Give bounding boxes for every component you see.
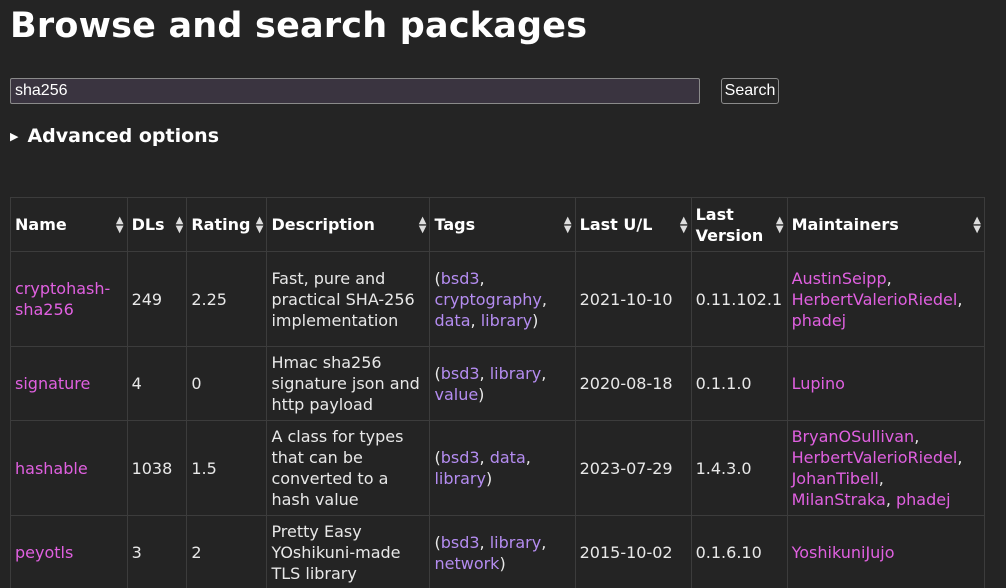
- column-header-description[interactable]: Description ▲ ▼: [266, 197, 431, 252]
- tags-cell: (bsd3, library, value): [429, 346, 576, 421]
- package-link[interactable]: peyotls: [15, 543, 73, 562]
- package-name-cell: peyotls: [10, 515, 128, 588]
- tag-link[interactable]: library: [490, 533, 541, 552]
- column-header-name[interactable]: Name ▲ ▼: [10, 197, 128, 252]
- maintainer-link[interactable]: phadej: [896, 490, 951, 509]
- last-version-cell: 1.4.3.0: [690, 420, 788, 516]
- column-header-last-ul[interactable]: Last U/L ▲ ▼: [574, 197, 692, 252]
- tag-link[interactable]: value: [434, 385, 478, 404]
- last-upload-cell: 2020-08-18: [574, 346, 692, 421]
- tag-link[interactable]: network: [434, 554, 499, 573]
- rating-cell: 2.25: [186, 251, 268, 347]
- maintainer-link[interactable]: JohanTibell: [792, 469, 879, 488]
- sort-arrows-icon: ▲ ▼: [775, 214, 784, 235]
- maintainers-cell: YoshikuniJujo: [786, 515, 986, 588]
- description-cell: A class for types that can be converted …: [266, 420, 431, 516]
- column-header-maintainers[interactable]: Maintainers ▲ ▼: [786, 197, 986, 252]
- tags-cell: (bsd3, cryptography, data, library): [429, 251, 576, 347]
- column-header-last-version[interactable]: Last Version ▲ ▼: [690, 197, 788, 252]
- tags-cell: (bsd3, library, network): [429, 515, 576, 588]
- maintainers-cell: AustinSeipp, HerbertValerioRiedel, phade…: [786, 251, 986, 347]
- package-name-cell: cryptohash-sha256: [10, 251, 128, 347]
- maintainer-link[interactable]: BryanOSullivan: [792, 427, 915, 446]
- downloads-cell: 4: [126, 346, 188, 421]
- table-row: cryptohash-sha256 249 2.25 Fast, pure an…: [10, 251, 986, 347]
- description-cell: Hmac sha256 signature json and http payl…: [266, 346, 431, 421]
- table-header-row: Name ▲ ▼ DLs ▲ ▼ Rating ▲ ▼ Description ▲ ▼ Tags…: [10, 197, 986, 252]
- rating-cell: 2: [186, 515, 268, 588]
- maintainer-link[interactable]: AustinSeipp: [792, 269, 887, 288]
- sort-arrows-icon: ▲ ▼: [115, 214, 124, 235]
- last-version-cell: 0.11.102.1: [690, 251, 788, 347]
- disclosure-triangle-icon: ▶: [10, 129, 19, 143]
- search-input[interactable]: [10, 78, 700, 104]
- downloads-cell: 249: [126, 251, 188, 347]
- maintainers-cell: BryanOSullivan, HerbertValerioRiedel, Jo…: [786, 420, 986, 516]
- page: Browse and search packages Search ▶ Adva…: [0, 0, 1006, 588]
- table-row: signature 4 0 Hmac sha256 signature json…: [10, 346, 986, 421]
- rating-cell: 0: [186, 346, 268, 421]
- maintainer-link[interactable]: MilanStraka: [792, 490, 886, 509]
- tag-link[interactable]: library: [434, 469, 485, 488]
- sort-arrows-icon: ▲ ▼: [255, 214, 264, 235]
- advanced-options-toggle[interactable]: ▶ Advanced options: [10, 125, 219, 147]
- downloads-cell: 1038: [126, 420, 188, 516]
- description-cell: Pretty Easy YOshikuni-made TLS library: [266, 515, 431, 588]
- description-cell: Fast, pure and practical SHA-256 impleme…: [266, 251, 431, 347]
- maintainer-link[interactable]: HerbertValerioRiedel: [792, 448, 958, 467]
- sort-arrows-icon: ▲ ▼: [973, 214, 981, 235]
- tag-link[interactable]: bsd3: [441, 269, 480, 288]
- table-row: peyotls 3 2 Pretty Easy YOshikuni-made T…: [10, 515, 986, 588]
- package-link[interactable]: hashable: [15, 459, 88, 478]
- maintainer-link[interactable]: Lupino: [792, 374, 845, 393]
- search-button[interactable]: Search: [721, 78, 779, 104]
- sort-arrows-icon: ▲ ▼: [679, 214, 688, 235]
- packages-table: Name ▲ ▼ DLs ▲ ▼ Rating ▲ ▼ Description ▲ ▼ Tags…: [10, 197, 986, 588]
- table-row: hashable 1038 1.5 A class for types that…: [10, 420, 986, 516]
- rating-cell: 1.5: [186, 420, 268, 516]
- maintainer-link[interactable]: HerbertValerioRiedel: [792, 290, 958, 309]
- last-upload-cell: 2015-10-02: [574, 515, 692, 588]
- column-header-dls[interactable]: DLs ▲ ▼: [126, 197, 188, 252]
- tag-link[interactable]: data: [434, 311, 470, 330]
- package-name-cell: hashable: [10, 420, 128, 516]
- tags-cell: (bsd3, data, library): [429, 420, 576, 516]
- sort-arrows-icon: ▲ ▼: [175, 214, 184, 235]
- tag-link[interactable]: bsd3: [441, 364, 480, 383]
- maintainer-link[interactable]: phadej: [792, 311, 847, 330]
- package-link[interactable]: signature: [15, 374, 90, 393]
- tag-link[interactable]: library: [481, 311, 532, 330]
- last-upload-cell: 2021-10-10: [574, 251, 692, 347]
- last-upload-cell: 2023-07-29: [574, 420, 692, 516]
- downloads-cell: 3: [126, 515, 188, 588]
- last-version-cell: 0.1.1.0: [690, 346, 788, 421]
- maintainers-cell: Lupino: [786, 346, 986, 421]
- package-name-cell: signature: [10, 346, 128, 421]
- tag-link[interactable]: library: [490, 364, 541, 383]
- tag-link[interactable]: data: [490, 448, 526, 467]
- tag-link[interactable]: cryptography: [434, 290, 541, 309]
- sort-arrows-icon: ▲ ▼: [418, 214, 427, 235]
- column-header-rating[interactable]: Rating ▲ ▼: [186, 197, 268, 252]
- sort-arrows-icon: ▲ ▼: [563, 214, 572, 235]
- package-link[interactable]: cryptohash-sha256: [15, 279, 110, 319]
- column-header-tags[interactable]: Tags ▲ ▼: [429, 197, 576, 252]
- tag-link[interactable]: bsd3: [441, 448, 480, 467]
- page-title: Browse and search packages: [10, 6, 588, 46]
- advanced-options-label: Advanced options: [27, 125, 220, 147]
- last-version-cell: 0.1.6.10: [690, 515, 788, 588]
- tag-link[interactable]: bsd3: [441, 533, 480, 552]
- maintainer-link[interactable]: YoshikuniJujo: [792, 543, 895, 562]
